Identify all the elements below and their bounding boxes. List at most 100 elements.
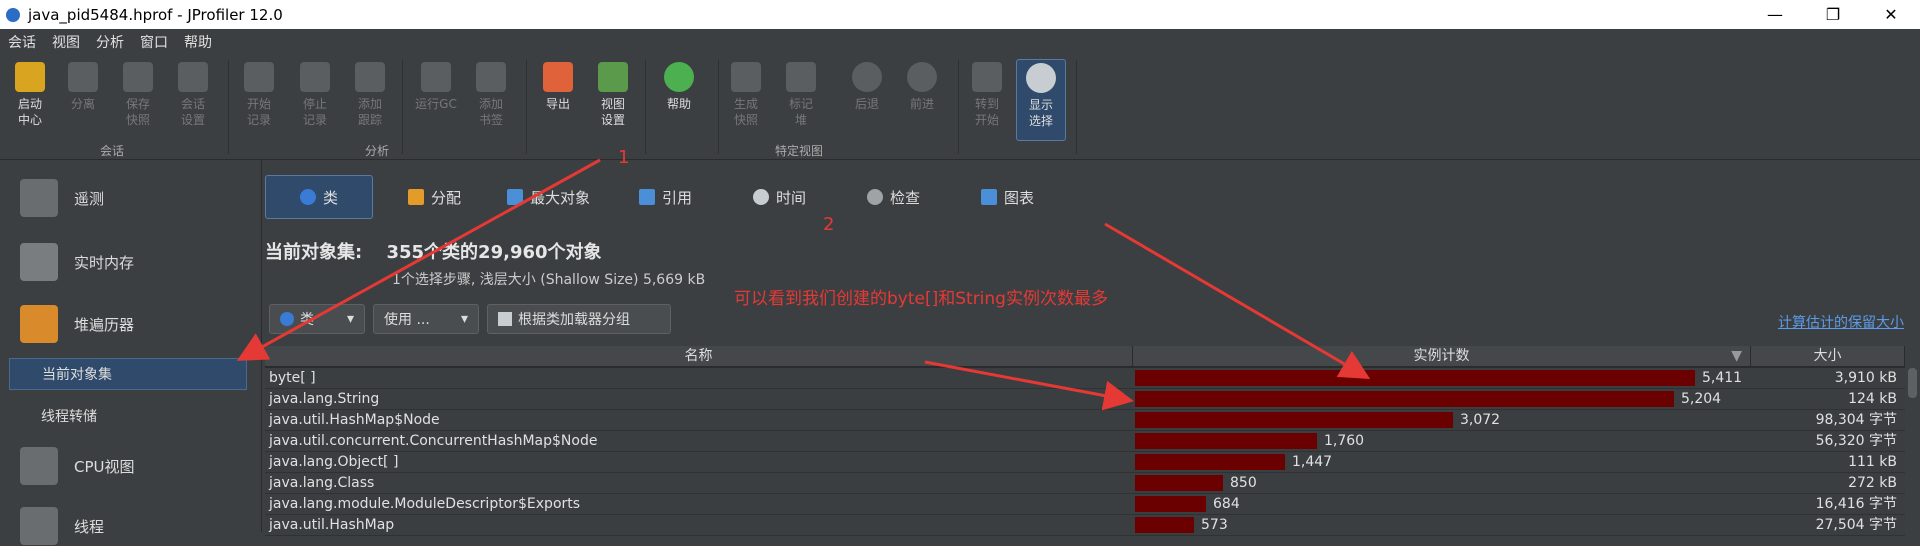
- references-icon: [639, 189, 655, 205]
- table-row[interactable]: java.lang.Class 850 272 kB: [265, 473, 1905, 494]
- table-row[interactable]: byte[ ] 5,411 3,910 kB: [265, 368, 1905, 389]
- toolbar: 启动 中心 分离 保存 快照 会话 设置 开始 记录 停止 记录 添加 跟踪 运…: [0, 54, 1920, 160]
- instance-count-cell: 850: [1230, 475, 1257, 491]
- sidebar-item-current-object-set[interactable]: 当前对象集: [9, 358, 247, 390]
- class-name-cell: java.lang.Class: [269, 475, 375, 491]
- home-icon: [972, 62, 1002, 92]
- table-row[interactable]: java.lang.module.ModuleDescriptor$Export…: [265, 494, 1905, 515]
- tab-classes[interactable]: 类: [265, 175, 373, 219]
- minimize-button[interactable]: —: [1746, 0, 1804, 29]
- sidebar-item-live-memory[interactable]: 实时内存: [0, 242, 262, 282]
- generate-snapshot-button[interactable]: 生成 快照: [721, 62, 771, 128]
- column-header-size[interactable]: 大小: [1751, 346, 1905, 367]
- sidebar-item-cpu-views[interactable]: CPU视图: [0, 446, 262, 486]
- session-settings-button[interactable]: 会话 设置: [168, 62, 218, 128]
- window-title: java_pid5484.hprof - JProfiler 12.0: [28, 5, 283, 24]
- help-icon: [664, 62, 694, 92]
- tab-allocations[interactable]: 分配: [408, 175, 461, 219]
- tab-biggest-objects[interactable]: 最大对象: [507, 175, 590, 219]
- table-scrollbar[interactable]: [1905, 346, 1920, 532]
- view-settings-button[interactable]: 视图 设置: [588, 62, 638, 128]
- save-snapshot-button[interactable]: 保存 快照: [113, 62, 163, 128]
- toolbar-group-session: 会话: [100, 144, 125, 158]
- use-button[interactable]: 使用 ... ▾: [373, 304, 479, 334]
- table-row[interactable]: java.util.HashMap 573 27,504 字节: [265, 515, 1905, 536]
- tab-references[interactable]: 引用: [639, 175, 692, 219]
- instance-count-bar: [1135, 412, 1453, 428]
- menu-window[interactable]: 窗口: [140, 32, 168, 52]
- tab-inspections[interactable]: 检查: [867, 175, 920, 219]
- column-header-instance-count[interactable]: 实例计数 ▼: [1133, 346, 1751, 367]
- sidebar-item-thread-dump[interactable]: 线程转储: [9, 400, 247, 432]
- menu-analyze[interactable]: 分析: [96, 32, 124, 52]
- start-recording-button[interactable]: 开始 记录: [234, 62, 284, 128]
- calculate-retained-size-link[interactable]: 计算估计的保留大小: [1778, 312, 1904, 332]
- table-row[interactable]: java.lang.String 5,204 124 kB: [265, 389, 1905, 410]
- start-center-button[interactable]: 启动 中心: [5, 62, 55, 128]
- menu-session[interactable]: 会话: [8, 32, 36, 52]
- arrow-left-icon: [852, 62, 882, 92]
- toolbar-separator: [228, 60, 229, 154]
- class-name-cell: java.util.HashMap$Node: [269, 412, 440, 428]
- help-button[interactable]: 帮助: [654, 62, 704, 112]
- size-cell: 56,320 字节: [1815, 433, 1897, 449]
- instance-count-bar: [1135, 370, 1695, 386]
- table-row[interactable]: java.lang.Object[ ] 1,447 111 kB: [265, 452, 1905, 473]
- back-button[interactable]: 后退: [842, 62, 892, 112]
- forward-button[interactable]: 前进: [897, 62, 947, 112]
- instance-count-cell: 3,072: [1460, 412, 1501, 428]
- instance-count-cell: 684: [1213, 496, 1240, 512]
- show-selection-button[interactable]: 显示 选择: [1016, 59, 1066, 141]
- menu-view[interactable]: 视图: [52, 32, 80, 52]
- class-name-cell: java.lang.String: [269, 391, 380, 407]
- go-to-start-button[interactable]: 转到 开始: [962, 62, 1012, 128]
- size-cell: 111 kB: [1848, 454, 1897, 470]
- sidebar-item-heap-walker[interactable]: 堆遍历器: [0, 304, 262, 344]
- instance-count-bar: [1135, 496, 1206, 512]
- clock-icon: [753, 189, 769, 205]
- tab-time[interactable]: 时间: [753, 175, 806, 219]
- add-tracking-button[interactable]: 添加 跟踪: [345, 62, 395, 128]
- save-icon: [123, 62, 153, 92]
- table-row[interactable]: java.util.HashMap$Node 3,072 98,304 字节: [265, 410, 1905, 431]
- gear-icon: [867, 189, 883, 205]
- sort-descending-icon: ▼: [1731, 348, 1742, 364]
- object-set-label: 当前对象集:: [265, 242, 363, 263]
- run-gc-button[interactable]: 运行GC: [411, 62, 461, 112]
- mark-heap-button[interactable]: 标记 堆: [776, 62, 826, 128]
- live-memory-icon: [20, 243, 58, 281]
- title-bar: java_pid5484.hprof - JProfiler 12.0 — ❐ …: [0, 0, 1920, 29]
- instance-count-bar: [1135, 454, 1285, 470]
- graph-icon: [981, 189, 997, 205]
- add-bookmark-button[interactable]: 添加 书签: [466, 62, 516, 128]
- export-button[interactable]: 导出: [533, 62, 583, 112]
- toolbar-separator: [645, 60, 646, 154]
- group-by-classloader-button[interactable]: 根据类加载器分组: [487, 304, 671, 334]
- size-cell: 3,910 kB: [1834, 370, 1897, 386]
- settings-icon: [178, 62, 208, 92]
- toolbar-separator: [958, 60, 959, 154]
- sidebar-item-telemetry[interactable]: 遥测: [0, 178, 262, 218]
- size-cell: 272 kB: [1848, 475, 1897, 491]
- stop-recording-button[interactable]: 停止 记录: [290, 62, 340, 128]
- chevron-down-icon: ▾: [460, 311, 468, 327]
- threads-icon: [20, 507, 58, 545]
- menu-help[interactable]: 帮助: [184, 32, 212, 52]
- scrollbar-thumb[interactable]: [1908, 368, 1917, 398]
- detach-button[interactable]: 分离: [58, 62, 108, 112]
- size-cell: 98,304 字节: [1815, 412, 1897, 428]
- toolbar-group-specific-view: 特定视图: [775, 144, 824, 158]
- instance-count-bar: [1135, 517, 1194, 533]
- class-name-cell: java.lang.Object[ ]: [269, 454, 399, 470]
- close-button[interactable]: ✕: [1862, 0, 1920, 29]
- instance-count-cell: 5,204: [1681, 391, 1722, 407]
- gc-icon: [421, 62, 451, 92]
- table-row[interactable]: java.util.concurrent.ConcurrentHashMap$N…: [265, 431, 1905, 452]
- selection-steps: 1个选择步骤, 浅层大小 (Shallow Size) 5,669 kB: [392, 272, 706, 288]
- tab-graph[interactable]: 图表: [981, 175, 1034, 219]
- sidebar-item-threads[interactable]: 线程: [0, 506, 262, 546]
- aggregation-select[interactable]: 类 ▾: [269, 304, 365, 334]
- maximize-button[interactable]: ❐: [1804, 0, 1862, 29]
- column-header-name[interactable]: 名称: [265, 346, 1133, 367]
- export-icon: [543, 62, 573, 92]
